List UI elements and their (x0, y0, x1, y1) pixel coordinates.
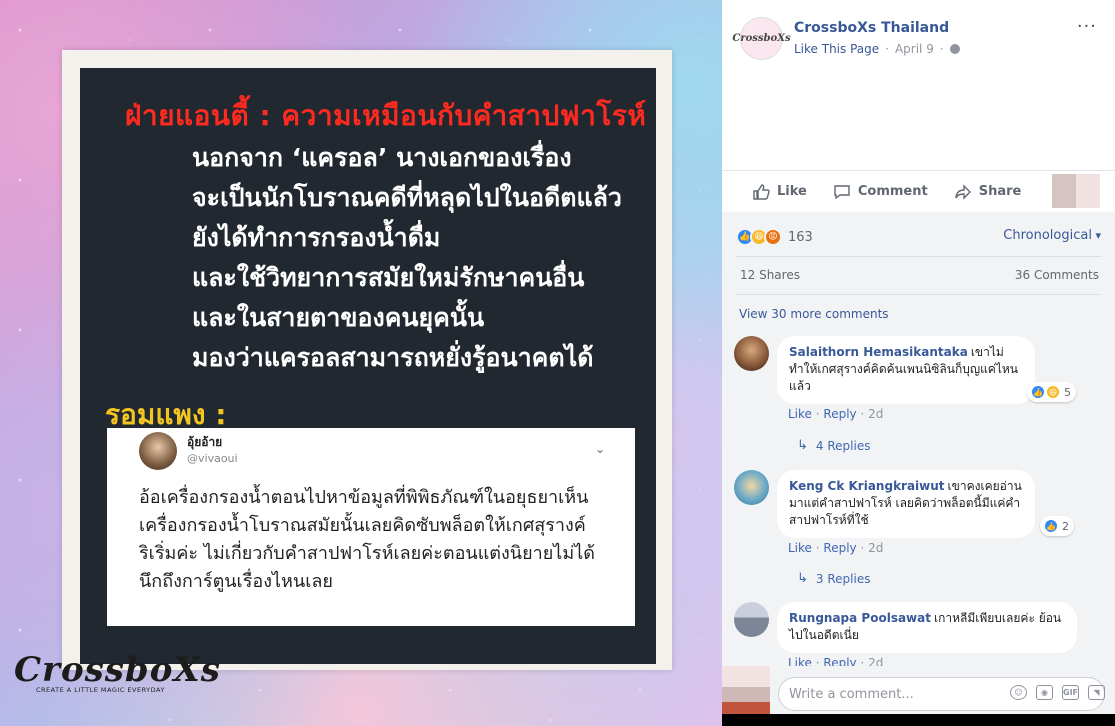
comment-item: Keng Ck Kriangkraiwut เขาคงเคยอ่านมาแต่คำ… (734, 470, 1104, 590)
bottom-edge (722, 714, 1115, 726)
comment-bubble: Keng Ck Kriangkraiwut เขาคงเคยอ่านมาแต่คำ… (777, 470, 1035, 538)
comment-reactions[interactable]: 👍 2 (1040, 516, 1074, 536)
like-reaction-icon: 👍 (1043, 518, 1059, 534)
comment-actions: Like · Reply · 2d (788, 541, 883, 555)
comment-button[interactable]: Comment (833, 183, 928, 201)
share-arrow-icon (955, 183, 971, 200)
reactions-summary[interactable]: 👍 😆 😡 163 (736, 228, 813, 246)
comment-item: Salaithorn Hemasikantaka เขาไม่ทำให้เกศสุ… (734, 336, 1104, 456)
reactions-count: 163 (788, 229, 813, 245)
post-header: CrossboXs CrossboXs Thailand Like This P… (722, 0, 1115, 170)
replies-count: 3 Replies (815, 571, 871, 586)
share-label: Share (978, 184, 1022, 199)
tweet-body: อ้อเครื่องกรองน้ำตอนไปหาข้อมูลที่พิพิธภั… (139, 487, 595, 592)
comment-reply-link[interactable]: Reply (823, 407, 856, 421)
separator: · (815, 407, 820, 421)
post-meta: Like This Page · April 9 · (794, 42, 960, 56)
gif-icon[interactable]: GIF (1062, 685, 1079, 700)
comment-actions: Like · Reply · 2d (788, 407, 883, 421)
photo-line: นอกจาก ‘แครอล’ นางเอกของเรื่อง (192, 143, 572, 172)
comment-reply-link[interactable]: Reply (823, 541, 856, 555)
divider (736, 294, 1101, 295)
like-button[interactable]: Like (752, 183, 807, 201)
comment-reaction-count: 2 (1062, 519, 1069, 533)
crossboxs-logo: CrossboXs CREATE A LITTLE MAGIC EVERYDAY (14, 650, 221, 694)
comment-label: Comment (857, 184, 928, 199)
comment-like-link[interactable]: Like (788, 407, 812, 421)
separator: · (860, 541, 865, 555)
photo-line: มองว่าแครอลสามารถหยั่งรู้อนาคตได้ (192, 343, 594, 372)
separator: · (815, 541, 820, 555)
angry-reaction-icon: 😡 (764, 228, 782, 246)
meta-separator: · (885, 42, 889, 56)
like-label: Like (777, 184, 807, 199)
thumbs-up-icon (753, 183, 770, 200)
logo-wordmark: CrossboXs (14, 650, 221, 690)
view-replies-link[interactable]: ↳ 4 Replies (797, 438, 870, 453)
like-reaction-icon: 👍 (1030, 384, 1046, 400)
replies-count: 4 Replies (815, 438, 871, 453)
comment-bubble: Rungnapa Poolsawat เกาหลีมีเพียบเลยค่ะ ย้… (777, 602, 1077, 653)
comment-placeholder: Write a comment... (789, 686, 914, 702)
comment-sort-dropdown[interactable]: Chronological (1003, 228, 1101, 243)
composer-tools: ☺ ◉ GIF ◥ (1010, 685, 1105, 700)
commenter-avatar[interactable] (734, 602, 769, 637)
tweet-author: อุ้ยอ้าย (187, 435, 223, 449)
comment-reactions[interactable]: 👍 😆 5 (1027, 382, 1076, 402)
photo-line: และใช้วิทยาการสมัยใหม่รักษาคนอื่น (192, 263, 585, 292)
view-replies-link[interactable]: ↳ 3 Replies (797, 571, 870, 586)
comment-reaction-count: 5 (1064, 385, 1071, 399)
reply-arrow-icon: ↳ (797, 438, 808, 453)
post-side-panel: CrossboXs CrossboXs Thailand Like This P… (722, 0, 1115, 726)
comment-author-link[interactable]: Rungnapa Poolsawat (789, 611, 931, 625)
photo-text-block: นอกจาก ‘แครอล’ นางเอกของเรื่อง จะเป็นนัก… (192, 140, 622, 380)
page-avatar[interactable]: CrossboXs (732, 17, 791, 60)
like-page-link[interactable]: Like This Page (794, 42, 879, 56)
reply-arrow-icon: ↳ (797, 571, 808, 586)
comments-section: 👍 😆 😡 163 Chronological 12 Shares 36 Com… (722, 212, 1115, 726)
meta-separator: · (939, 42, 944, 56)
photo-line: จะเป็นนักโบราณคดีที่หลุดไปในอดีตแล้ว (192, 183, 622, 212)
comment-like-link[interactable]: Like (788, 541, 812, 555)
comment-author-link[interactable]: Keng Ck Kriangkraiwut (789, 479, 945, 493)
post-date[interactable]: April 9 (895, 42, 934, 56)
photo-line: ยังได้ทำการกรองน้ำดื่ม (192, 223, 441, 252)
separator: · (860, 407, 865, 421)
page-name-link[interactable]: CrossboXs Thailand (794, 20, 949, 36)
comment-time[interactable]: 2d (868, 407, 883, 421)
shares-count-link[interactable]: 12 Shares (740, 268, 800, 282)
more-options-icon[interactable]: ··· (1077, 16, 1097, 37)
photo-title: ฝ่ายแอนตี้ : ความเหมือนกับคำสาปฟาโรห์ (125, 99, 647, 132)
globe-icon (949, 44, 960, 54)
view-more-comments-link[interactable]: View 30 more comments (739, 307, 889, 321)
photo-line: และในสายตาของคนยุคนั้น (192, 303, 485, 332)
emoji-icon[interactable]: ☺ (1010, 685, 1027, 700)
tweet-handle: @vivaoui (187, 452, 238, 465)
sticker-icon[interactable]: ◥ (1088, 685, 1105, 700)
comment-item: Rungnapa Poolsawat เกาหลีมีเพียบเลยค่ะ ย้… (734, 602, 1104, 672)
comment-time[interactable]: 2d (868, 541, 883, 555)
comment-icon (834, 184, 850, 199)
comments-count-link[interactable]: 36 Comments (1015, 268, 1099, 282)
embedded-tweet: อุ้ยอ้าย @vivaoui ⌄ อ้อเครื่องกรองน้ำตอน… (107, 428, 635, 626)
viewer-thumbnail[interactable] (1052, 174, 1100, 208)
share-button[interactable]: Share (954, 183, 1022, 201)
divider (736, 256, 1101, 257)
tweet-avatar (139, 432, 177, 470)
commenter-avatar[interactable] (734, 336, 769, 371)
comment-author-link[interactable]: Salaithorn Hemasikantaka (789, 345, 968, 359)
haha-reaction-icon: 😆 (1045, 384, 1061, 400)
camera-icon[interactable]: ◉ (1036, 685, 1053, 700)
chevron-down-icon: ⌄ (594, 442, 605, 456)
post-action-bar: Like Comment Share (722, 170, 1115, 212)
comment-bubble: Salaithorn Hemasikantaka เขาไม่ทำให้เกศสุ… (777, 336, 1035, 404)
post-photo[interactable]: ฝ่ายแอนตี้ : ความเหมือนกับคำสาปฟาโรห์ นอ… (0, 0, 722, 726)
commenter-avatar[interactable] (734, 470, 769, 505)
